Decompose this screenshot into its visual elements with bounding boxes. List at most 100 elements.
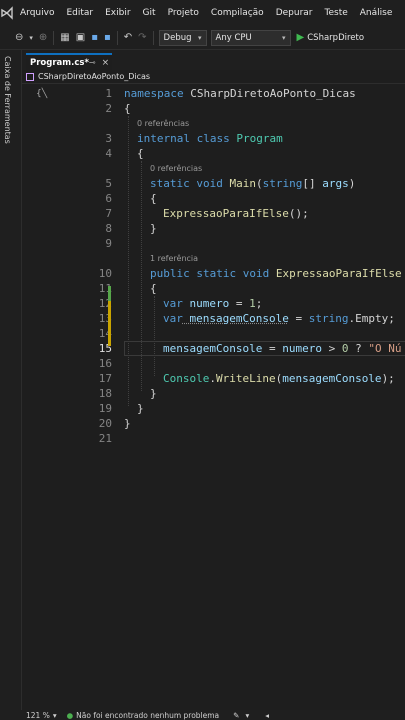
- menu-git[interactable]: Git: [137, 8, 162, 18]
- number-literal: 1: [249, 297, 256, 310]
- scroll-left-icon[interactable]: ◂: [265, 711, 269, 720]
- line-number: 9: [105, 237, 112, 250]
- code-line-10: public static void ExpressaoParaIfElse: [124, 266, 405, 281]
- code-line-20: }: [124, 416, 405, 431]
- brace: }: [150, 387, 157, 400]
- code-line-3: internal class Program: [124, 131, 405, 146]
- change-marker-saved: [108, 286, 111, 301]
- configuration-select[interactable]: Debug ▾: [158, 29, 207, 46]
- punctuation: ): [348, 177, 356, 190]
- punctuation: );: [381, 372, 395, 385]
- keyword: string: [262, 177, 303, 190]
- line-number: 7: [105, 207, 112, 220]
- toolbox-tab[interactable]: Caixa de Ferramentas: [3, 56, 12, 144]
- code-line-12: var numero = 1;: [124, 296, 405, 311]
- code-line-17: Console.WriteLine(mensagemConsole);: [124, 371, 405, 386]
- save-icon[interactable]: ▪: [88, 32, 101, 43]
- toolbar: ⊖ ▾ ⊕ ▦ ▣ ▪ ▪ ↶ ↷ Debug ▾ Any CPU ▾ ▶ CS…: [0, 26, 405, 50]
- redo-icon[interactable]: ↷: [135, 32, 149, 43]
- line-number: 10: [98, 267, 112, 280]
- visual-studio-logo-icon[interactable]: [0, 0, 14, 26]
- close-icon[interactable]: ×: [102, 58, 110, 68]
- variable: numero: [182, 297, 230, 310]
- brace: {: [124, 102, 131, 115]
- code-lines: namespace CSharpDiretoAoPonto_Dicas { 0 …: [124, 86, 405, 446]
- chevron-down-icon: ▾: [198, 33, 202, 42]
- brush-icon[interactable]: ✎: [233, 711, 239, 720]
- platform-value: Any CPU: [215, 32, 252, 43]
- menu-depurar[interactable]: Depurar: [270, 8, 319, 18]
- new-project-icon[interactable]: ▦: [57, 32, 72, 43]
- menu-arquivo[interactable]: Arquivo: [14, 8, 60, 18]
- line-number: 1: [105, 87, 112, 100]
- keyword: public static void: [150, 267, 270, 280]
- line-number: 18: [98, 387, 112, 400]
- tab-program-cs[interactable]: Program.cs* ⊸ ×: [26, 53, 112, 70]
- punctuation: []: [302, 177, 323, 190]
- menu-editar[interactable]: Editar: [60, 8, 99, 18]
- code-line-15[interactable]: mensagemConsole = numero > 0 ? "O Nú: [124, 341, 405, 356]
- menu-compilacao[interactable]: Compilação: [205, 8, 270, 18]
- chevron-down-icon[interactable]: ▾: [53, 711, 57, 720]
- current-line-highlight: [124, 341, 405, 356]
- keyword: var: [163, 312, 183, 325]
- start-debugging-button[interactable]: ▶ CSharpDireto: [297, 32, 365, 43]
- brace: {: [150, 282, 157, 295]
- code-lens-references[interactable]: 1 referência: [124, 251, 405, 266]
- code-line-1: namespace CSharpDiretoAoPonto_Dicas: [124, 86, 405, 101]
- open-folder-icon[interactable]: ▣: [73, 32, 88, 43]
- save-all-icon[interactable]: ▪: [101, 32, 114, 43]
- code-editor[interactable]: {╲ 1 2 3 4 5 6 7 8 9 10 11 12 13 14 15 1…: [22, 84, 405, 710]
- line-number: 3: [105, 132, 112, 145]
- code-lens-references[interactable]: 0 referências: [124, 116, 405, 131]
- keyword: static void: [150, 177, 223, 190]
- menu-analise[interactable]: Análise: [354, 8, 399, 18]
- brace: }: [124, 417, 131, 430]
- line-number: 16: [98, 357, 112, 370]
- parameter: args: [322, 177, 349, 190]
- namespace-name: CSharpDiretoAoPonto_Dicas: [183, 87, 356, 100]
- platform-select[interactable]: Any CPU ▾: [210, 29, 291, 46]
- code-lens-references[interactable]: 0 referências: [124, 161, 405, 176]
- startup-project-label: CSharpDireto: [307, 32, 365, 43]
- line-number: 13: [98, 312, 112, 325]
- punctuation: (: [255, 177, 263, 190]
- chevron-down-icon[interactable]: ▾: [245, 711, 249, 720]
- line-number: 8: [105, 222, 112, 235]
- menu-teste[interactable]: Teste: [319, 8, 354, 18]
- scope-select[interactable]: CSharpDiretoAoPonto_Dicas: [26, 72, 150, 81]
- variable: mensagemConsole: [282, 372, 382, 385]
- issues-status[interactable]: Não foi encontrado nenhum problema: [76, 711, 219, 720]
- back-icon[interactable]: ⊖: [12, 32, 26, 43]
- undo-icon[interactable]: ↶: [121, 32, 135, 43]
- navigation-bar: CSharpDiretoAoPonto_Dicas: [22, 70, 405, 84]
- variable: mensagemConsole: [182, 312, 289, 325]
- line-number: 6: [105, 192, 112, 205]
- menu-exibir[interactable]: Exibir: [99, 8, 136, 18]
- quick-actions-icon[interactable]: {╲: [36, 89, 47, 99]
- punctuation: .: [209, 372, 216, 385]
- code-line-18: }: [124, 386, 405, 401]
- pin-icon[interactable]: ⊸: [89, 58, 96, 67]
- line-number: 11: [98, 282, 112, 295]
- zoom-level[interactable]: 121 %: [26, 711, 50, 720]
- line-number: 21: [98, 432, 112, 445]
- line-number-current: 15: [98, 342, 112, 355]
- menu-projeto[interactable]: Projeto: [162, 8, 205, 18]
- keyword: namespace: [124, 87, 184, 100]
- forward-icon[interactable]: ⊕: [36, 32, 50, 43]
- keyword: var: [163, 297, 183, 310]
- member-access: .Empty;: [348, 312, 395, 325]
- menu-ferramentas[interactable]: F: [398, 8, 405, 18]
- code-line-2: {: [124, 101, 405, 116]
- document-tab-strip: Program.cs* ⊸ ×: [22, 50, 405, 70]
- toolbar-separator: [116, 30, 118, 45]
- line-number: 20: [98, 417, 112, 430]
- line-number: 19: [98, 402, 112, 415]
- keyword: internal class: [137, 132, 230, 145]
- line-number: 5: [105, 177, 112, 190]
- dropdown-icon[interactable]: ▾: [26, 34, 36, 42]
- method-call: WriteLine: [215, 372, 276, 385]
